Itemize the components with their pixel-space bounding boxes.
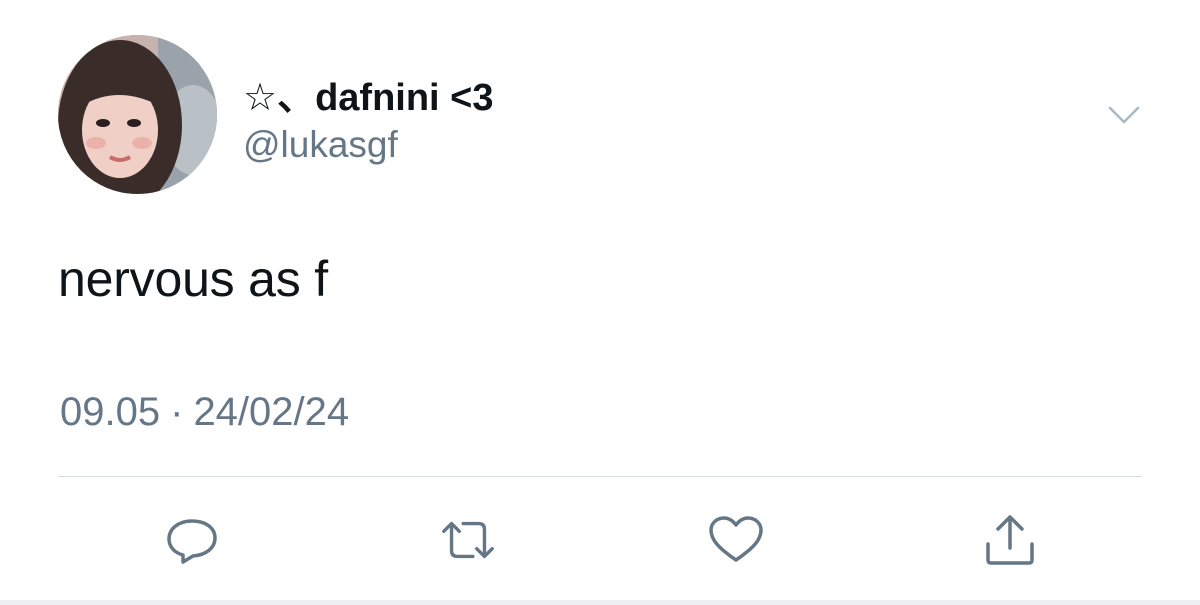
timestamp-separator: · [170, 390, 184, 434]
divider [58, 476, 1142, 477]
avatar-image [58, 35, 217, 194]
heart-icon [709, 516, 763, 562]
display-name[interactable]: ☆、dafnini <3 [243, 66, 494, 121]
retweet-button[interactable] [438, 510, 498, 570]
share-button[interactable] [980, 510, 1040, 570]
tweet-time: 09.05 [60, 390, 161, 434]
chevron-down-icon[interactable] [1107, 103, 1141, 127]
tweet-card: ☆、dafnini <3 @lukasgf nervous as f 09.05… [0, 0, 1200, 605]
timestamp[interactable]: 09.05 · 24/02/24 [60, 390, 349, 435]
share-icon [986, 515, 1034, 565]
reply-icon [167, 519, 217, 564]
avatar[interactable] [58, 35, 217, 194]
bottom-border [0, 600, 1200, 605]
tweet-text: nervous as f [58, 251, 328, 307]
tweet-date: 24/02/24 [193, 390, 350, 434]
like-button[interactable] [706, 510, 766, 570]
reply-button[interactable] [162, 510, 222, 570]
user-handle[interactable]: @lukasgf [243, 124, 398, 166]
retweet-icon [442, 521, 494, 559]
